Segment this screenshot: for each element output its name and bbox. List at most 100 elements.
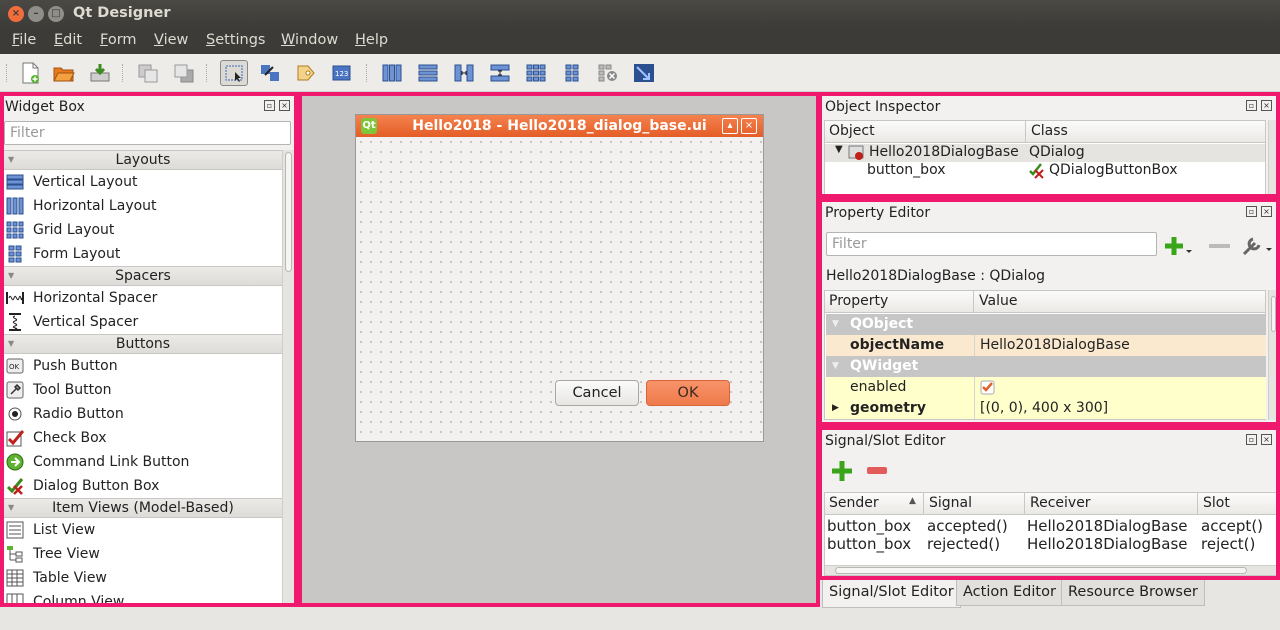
widget-item-check-box[interactable]: Check Box xyxy=(4,426,282,450)
ok-button[interactable]: OK xyxy=(646,380,730,406)
window-minimize-button[interactable]: – xyxy=(28,6,44,22)
column-class[interactable]: Class xyxy=(1031,123,1068,139)
property-row-geometry[interactable]: ▶ geometry [(0, 0), 400 x 300] xyxy=(826,398,1266,419)
widget-item-table-view[interactable]: Table View xyxy=(4,566,282,590)
menu-file[interactable]: File xyxy=(12,32,36,48)
tree-row-dialog[interactable]: ▼ Hello2018DialogBase QDialog xyxy=(825,144,1265,162)
window-close-button[interactable]: × xyxy=(8,6,24,22)
cancel-button[interactable]: Cancel xyxy=(555,380,639,406)
connections-table[interactable]: Sender ▲ Signal Receiver Slot button_box… xyxy=(824,492,1276,576)
expand-arrow-icon[interactable]: ▼ xyxy=(835,144,843,155)
widget-item-horizontal-spacer[interactable]: Horizontal Spacer xyxy=(4,286,282,310)
edit-buddies-icon[interactable] xyxy=(292,60,320,86)
enabled-checkbox[interactable] xyxy=(980,380,995,395)
expand-arrow-icon[interactable]: ▶ xyxy=(832,398,839,419)
column-signal[interactable]: Signal xyxy=(929,495,972,511)
widget-item-column-view[interactable]: Column View xyxy=(4,590,282,603)
object-inspector-scrollbar[interactable] xyxy=(1268,120,1276,194)
property-group-qobject[interactable]: ▼ QObject xyxy=(826,314,1266,335)
widget-filter-input[interactable]: Filter xyxy=(4,121,291,145)
float-icon[interactable]: ▫ xyxy=(1246,434,1257,445)
collapse-arrow-icon[interactable]: ▼ xyxy=(832,314,839,335)
scrollbar-thumb[interactable] xyxy=(285,152,292,272)
close-icon[interactable]: × xyxy=(1261,100,1272,111)
window-maximize-button[interactable]: □ xyxy=(48,6,64,22)
column-property[interactable]: Property xyxy=(829,293,888,309)
property-value[interactable]: Hello2018DialogBase xyxy=(980,335,1130,356)
connection-slot[interactable]: accept() xyxy=(1201,517,1263,536)
connection-receiver[interactable]: Hello2018DialogBase xyxy=(1027,517,1188,536)
widget-item-vertical-spacer[interactable]: Vertical Spacer xyxy=(4,310,282,334)
lay-out-grid-icon[interactable] xyxy=(522,60,550,86)
widget-item-list-view[interactable]: List View xyxy=(4,518,282,542)
toolbar-grip[interactable] xyxy=(6,64,8,82)
edit-widgets-icon[interactable] xyxy=(220,60,248,86)
sort-ascending-icon[interactable]: ▲ xyxy=(909,496,916,506)
connections-hscrollbar[interactable] xyxy=(825,565,1276,575)
form-window-titlebar[interactable]: Hello2018 - Hello2018_dialog_base.ui xyxy=(356,115,763,137)
tree-row-button-box[interactable]: button_box QDialogButtonBox xyxy=(825,162,1265,180)
connection-signal[interactable]: accepted() xyxy=(927,517,1008,536)
send-to-back-icon[interactable] xyxy=(134,60,162,86)
tab-action-editor[interactable]: Action Editor xyxy=(956,580,1063,606)
menu-edit[interactable]: Edit xyxy=(54,32,82,48)
break-layout-icon[interactable] xyxy=(594,60,622,86)
widget-item-tree-view[interactable]: Tree View xyxy=(4,542,282,566)
property-editor-scrollbar[interactable] xyxy=(1268,290,1276,420)
close-icon[interactable]: × xyxy=(1261,434,1272,445)
category-layouts[interactable]: ▼ Layouts xyxy=(4,150,282,170)
float-icon[interactable]: ▫ xyxy=(1246,206,1257,217)
connection-receiver[interactable]: Hello2018DialogBase xyxy=(1027,535,1188,554)
widget-item-vertical-layout[interactable]: Vertical Layout xyxy=(4,170,282,194)
menu-settings[interactable]: Settings xyxy=(206,32,266,48)
column-object[interactable]: Object xyxy=(829,123,875,139)
tab-signal-slot-editor[interactable]: Signal/Slot Editor xyxy=(822,580,961,608)
widget-item-push-button[interactable]: OK Push Button xyxy=(4,354,282,378)
category-spacers[interactable]: ▼ Spacers xyxy=(4,266,282,286)
collapse-arrow-icon[interactable]: ▼ xyxy=(832,356,839,377)
edit-tab-order-icon[interactable]: 123 xyxy=(328,60,356,86)
scrollbar-thumb[interactable] xyxy=(835,567,1247,574)
lay-out-horizontally-icon[interactable] xyxy=(378,60,406,86)
menu-window[interactable]: Window xyxy=(281,32,338,48)
category-item-views[interactable]: ▼ Item Views (Model-Based) xyxy=(4,498,282,518)
form-maximize-button[interactable]: ▴ xyxy=(722,118,738,134)
property-value[interactable]: [(0, 0), 400 x 300] xyxy=(980,398,1108,419)
connection-row[interactable]: button_box rejected() Hello2018DialogBas… xyxy=(825,535,1276,554)
lay-out-vertical-splitter-icon[interactable] xyxy=(486,60,514,86)
connection-sender[interactable]: button_box xyxy=(827,535,911,554)
float-icon[interactable]: ▫ xyxy=(1246,100,1257,111)
edit-signals-slots-icon[interactable] xyxy=(256,60,284,86)
float-icon[interactable]: ▫ xyxy=(264,100,275,111)
lay-out-form-icon[interactable] xyxy=(558,60,586,86)
property-group-qwidget[interactable]: ▼ QWidget xyxy=(826,356,1266,377)
new-form-icon[interactable] xyxy=(16,60,44,86)
lay-out-vertically-icon[interactable] xyxy=(414,60,442,86)
column-value[interactable]: Value xyxy=(979,293,1017,309)
column-sender[interactable]: Sender xyxy=(829,495,879,511)
connection-signal[interactable]: rejected() xyxy=(927,535,1000,554)
connection-slot[interactable]: reject() xyxy=(1201,535,1255,554)
form-close-button[interactable]: × xyxy=(741,118,757,134)
adjust-size-icon[interactable] xyxy=(630,60,658,86)
connection-row[interactable]: button_box accepted() Hello2018DialogBas… xyxy=(825,517,1276,536)
configure-wrench-icon[interactable] xyxy=(1240,234,1274,258)
widget-item-horizontal-layout[interactable]: Horizontal Layout xyxy=(4,194,282,218)
widget-item-command-link-button[interactable]: Command Link Button xyxy=(4,450,282,474)
add-connection-icon[interactable] xyxy=(832,460,854,482)
add-dynamic-property-icon[interactable] xyxy=(1164,235,1192,257)
widget-box-scrollbar[interactable] xyxy=(282,150,294,603)
widget-item-form-layout[interactable]: Form Layout xyxy=(4,242,282,266)
remove-property-icon[interactable] xyxy=(1208,242,1232,252)
remove-connection-icon[interactable] xyxy=(866,466,890,476)
lay-out-horizontal-splitter-icon[interactable] xyxy=(450,60,478,86)
column-receiver[interactable]: Receiver xyxy=(1030,495,1091,511)
widget-item-dialog-button-box[interactable]: Dialog Button Box xyxy=(4,474,282,498)
close-icon[interactable]: × xyxy=(279,100,290,111)
widget-item-tool-button[interactable]: Tool Button xyxy=(4,378,282,402)
widget-item-radio-button[interactable]: Radio Button xyxy=(4,402,282,426)
bring-to-front-icon[interactable] xyxy=(170,60,198,86)
tab-resource-browser[interactable]: Resource Browser xyxy=(1061,580,1205,606)
property-filter-input[interactable]: Filter xyxy=(826,232,1157,256)
menu-view[interactable]: View xyxy=(154,32,188,48)
